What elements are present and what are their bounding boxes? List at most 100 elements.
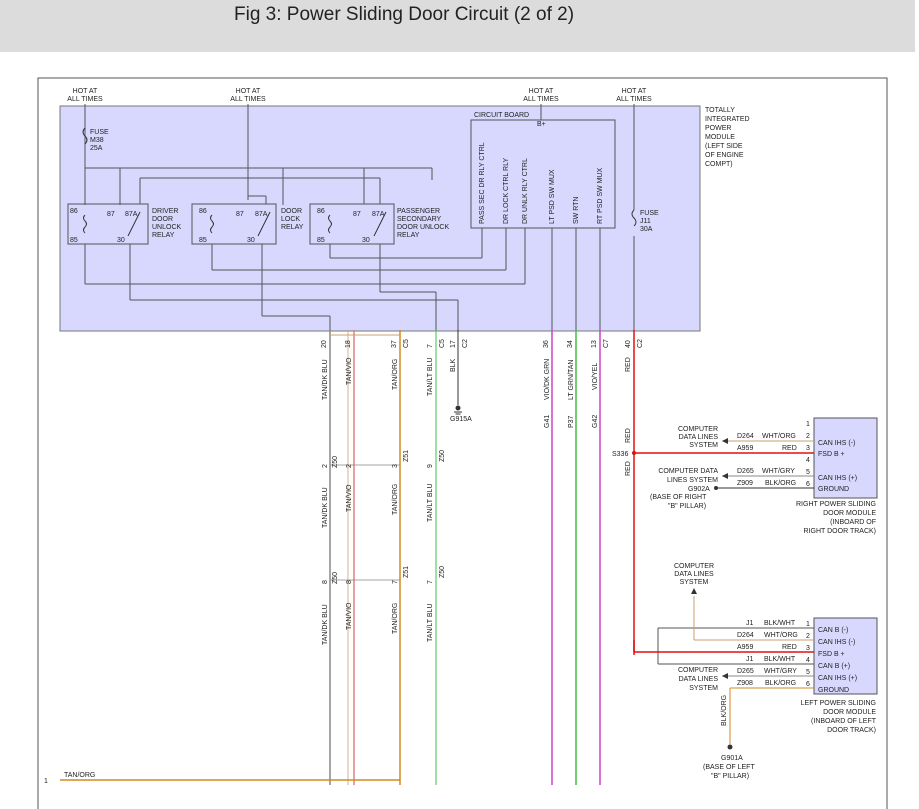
inline-connectors-lower: 8 Z50 8 7 Z51 7 Z50 bbox=[322, 566, 446, 584]
wire-labels-middle: TAN/DK BLU TAN/VIO TAN/ORG TAN/LT BLU bbox=[322, 483, 434, 528]
label-left_module-wires-5-circuit: Z908 bbox=[737, 680, 753, 687]
label-connector_pins-c2_34: 34 bbox=[567, 340, 574, 348]
label-wires-tan_dk_blu: TAN/DK BLU bbox=[322, 604, 329, 645]
label-right_module-wires-0-circuit: D264 bbox=[737, 433, 754, 440]
label-relays-lock-pins-1: 87 bbox=[236, 211, 244, 218]
label-wires-tan_vio: TAN/VIO bbox=[346, 357, 353, 385]
label-left_module-caption-0: LEFT POWER SLIDING bbox=[801, 700, 876, 707]
label-left_module-lines-2: FSD B + bbox=[818, 651, 845, 658]
label-right_module-splice: S336 bbox=[612, 451, 628, 458]
label-right_module-wires-2-color: WHT/GRY bbox=[762, 468, 795, 475]
label-relays-driver-pins-1: 87 bbox=[107, 211, 115, 218]
label-relays-driver-pins-4: 30 bbox=[117, 237, 125, 244]
label-wires-red: RED bbox=[625, 461, 632, 476]
label-cb_signals-0: PASS SEC DR RLY CTRL bbox=[479, 142, 486, 224]
label-right_module-lines-3: GROUND bbox=[818, 486, 849, 493]
label-relays-lock-pins-4: 30 bbox=[247, 237, 255, 244]
label-left_module-cdl_bottom-0: COMPUTER bbox=[678, 667, 718, 674]
label-relays-lock-label-0: DOOR bbox=[281, 208, 302, 215]
label-relays-pass-pins-4: 30 bbox=[362, 237, 370, 244]
label-mid_connectors-p2: 2 bbox=[346, 464, 353, 468]
label-hot-all_times: ALL TIMES bbox=[523, 96, 559, 103]
label-left_module-caption-2: (INBOARD OF LEFT bbox=[811, 718, 877, 725]
label-left_module-caption-3: DOOR TRACK) bbox=[827, 727, 876, 734]
circuit-board-label: CIRCUIT BOARD bbox=[474, 112, 529, 119]
label-right_module-lines-0: CAN IHS (-) bbox=[818, 440, 855, 447]
label-mid_connectors-p4: 9 bbox=[427, 464, 434, 468]
label-connector_pins-c2_13: 13 bbox=[591, 340, 598, 348]
label-wires-tan_org: TAN/ORG bbox=[392, 359, 399, 390]
label-right_module-pins-4: 5 bbox=[806, 469, 810, 476]
hot-label-4: HOT AT bbox=[622, 88, 647, 95]
label-tipm-6: COMPT) bbox=[705, 161, 733, 168]
bplus-label: B+ bbox=[537, 121, 546, 128]
label-relays-pass-label-2: DOOR UNLOCK bbox=[397, 224, 449, 231]
label-left_module-wires-0-circuit: J1 bbox=[746, 620, 754, 627]
label-connector_pins-c5_20: 20 bbox=[321, 340, 328, 348]
label-wires-tan_lt_blu: TAN/LT BLU bbox=[427, 483, 434, 522]
label-right_module-cdl_bottom-0: COMPUTER DATA bbox=[658, 468, 718, 475]
label-left_module-pins-3: 4 bbox=[806, 657, 810, 664]
label-relays-pass-label-0: PASSENGER bbox=[397, 208, 440, 215]
label-tipm-1: INTEGRATED bbox=[705, 116, 750, 123]
label-hot-all_times: ALL TIMES bbox=[616, 96, 652, 103]
label-cb_signals-2: DR UNLK RLY CTRL bbox=[522, 158, 529, 224]
label-left_module-cdl_top-0: COMPUTER bbox=[674, 563, 714, 570]
label-relays-lock-label-2: RELAY bbox=[281, 224, 304, 231]
circuit-board: CIRCUIT BOARD B+ PASS SEC DR RLY CTRL DR… bbox=[470, 112, 616, 229]
label-right_module-wires-1-color: RED bbox=[782, 445, 797, 452]
label-wires-tan_lt_blu: TAN/LT BLU bbox=[427, 603, 434, 642]
label-relays-pass-pins-0: 86 bbox=[317, 208, 325, 215]
label-left_module-wires-3-color: BLK/WHT bbox=[764, 656, 796, 663]
label-mid_connectors-c_c: Z50 bbox=[439, 450, 446, 462]
label-bottom-one: 1 bbox=[44, 778, 48, 785]
label-bottom-tan_org: TAN/ORG bbox=[64, 772, 95, 779]
label-wires-blk: BLK bbox=[450, 358, 457, 372]
label-mid_connectors-q1: 8 bbox=[322, 580, 329, 584]
label-relays-pass-label-1: SECONDARY bbox=[397, 216, 442, 223]
hot-label-3: HOT AT bbox=[529, 88, 554, 95]
label-tipm-0: TOTALLY bbox=[705, 107, 735, 114]
label-relays-lock-pins-3: 85 bbox=[199, 237, 207, 244]
label-tipm-5: OF ENGINE bbox=[705, 152, 744, 159]
label-right_module-caption-2: (INBOARD OF bbox=[830, 519, 876, 526]
label-fuses-m38-0: FUSE bbox=[90, 129, 109, 136]
label-right_module-cdl_top-0: COMPUTER bbox=[678, 426, 718, 433]
label-relays-pass-pins-1: 87 bbox=[353, 211, 361, 218]
label-left_module-wires-5-color: BLK/ORG bbox=[765, 680, 796, 687]
label-cb_signals-3: LT PSD SW MUX bbox=[549, 169, 556, 224]
label-left_module-cdl_top-2: SYSTEM bbox=[680, 579, 709, 586]
label-hot-all_times: ALL TIMES bbox=[67, 96, 103, 103]
label-left_module-lines-3: CAN B (+) bbox=[818, 663, 850, 670]
label-left_module-lines-0: CAN B (-) bbox=[818, 627, 848, 634]
label-left_module-lines-1: CAN IHS (-) bbox=[818, 639, 855, 646]
label-right_module-lines-2: CAN IHS (+) bbox=[818, 475, 857, 482]
label-connector_pins-c5_7: 7 bbox=[427, 344, 434, 348]
label-left_module-lines-5: GROUND bbox=[818, 687, 849, 694]
hot-label-1: HOT AT bbox=[73, 88, 98, 95]
label-mid_connectors-c_d: Z50 bbox=[332, 572, 339, 584]
label-cb_signals-5: RT PSD SW MUX bbox=[597, 168, 604, 224]
label-cb_signals-4: SW RTN bbox=[573, 197, 580, 224]
label-left_module-wires-4-circuit: D265 bbox=[737, 668, 754, 675]
label-tipm-4: (LEFT SIDE bbox=[705, 143, 743, 150]
label-left_module-pins-2: 3 bbox=[806, 645, 810, 652]
label-relays-lock-pins-2: 87A bbox=[255, 211, 268, 218]
label-wires-tan_org: TAN/ORG bbox=[392, 603, 399, 634]
label-right_module-pins-2: 3 bbox=[806, 445, 810, 452]
label-fuses-m38-1: M38 bbox=[90, 137, 104, 144]
label-wires-red: RED bbox=[625, 357, 632, 372]
label-wires-vio_dk_grn: VIO/DK GRN bbox=[544, 359, 551, 400]
left-sliding-door-module: CAN B (-) CAN IHS (-) FSD B + CAN B (+) … bbox=[633, 563, 878, 780]
label-left_module-blk_org: BLK/ORG bbox=[721, 695, 728, 726]
label-right_module-ground_caption-0: (BASE OF RIGHT bbox=[650, 494, 707, 501]
label-left_module-wires-3-circuit: J1 bbox=[746, 656, 754, 663]
label-wires-g42: G42 bbox=[592, 415, 599, 428]
label-left_module-cdl_bottom-2: SYSTEM bbox=[689, 685, 718, 692]
wire-labels-lower: TAN/DK BLU TAN/VIO TAN/ORG TAN/LT BLU bbox=[322, 602, 434, 645]
label-wires-tan_vio: TAN/VIO bbox=[346, 484, 353, 512]
label-mid_connectors-c_b: Z51 bbox=[403, 450, 410, 462]
label-right_module-cdl_bottom-1: LINES SYSTEM bbox=[667, 477, 718, 484]
hot-labels: HOT AT ALL TIMES HOT AT ALL TIMES HOT AT… bbox=[67, 88, 652, 103]
label-tipm-2: POWER bbox=[705, 125, 731, 132]
